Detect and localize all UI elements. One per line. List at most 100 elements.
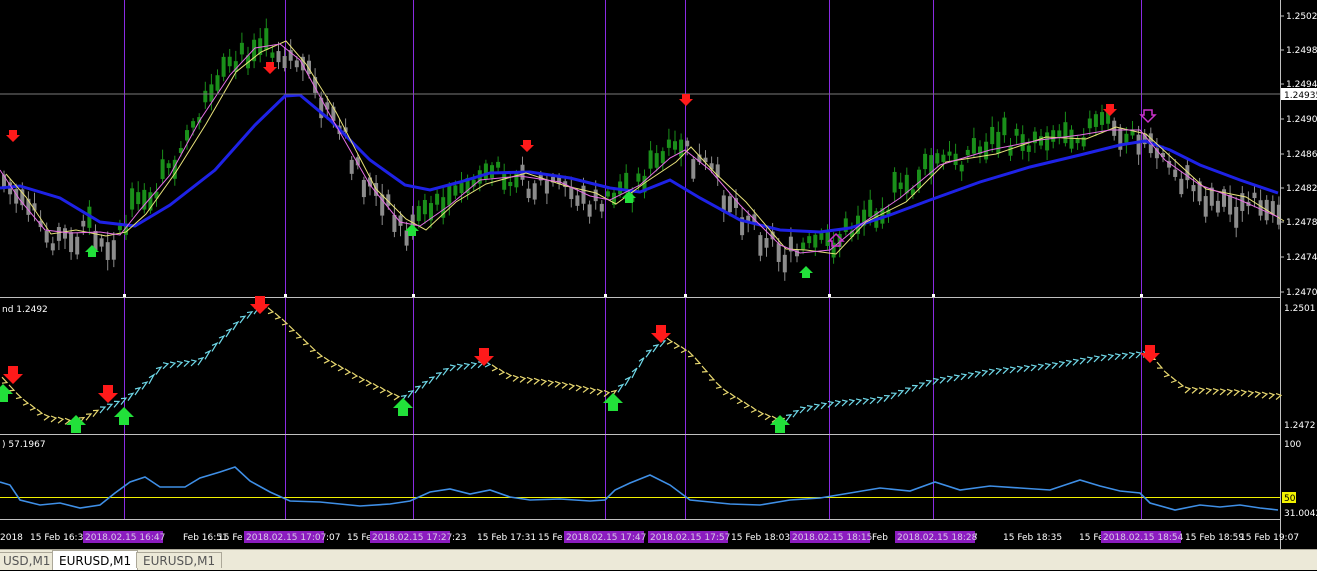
candle-body <box>69 232 74 253</box>
tab-usd-m1[interactable]: USD,M1 <box>0 552 58 568</box>
candle-body <box>825 231 830 246</box>
candle-body <box>349 159 354 174</box>
time-axis-label: Feb <box>872 533 888 543</box>
candle-body <box>727 196 732 213</box>
oscillator-level-label: 50 <box>1284 494 1296 504</box>
time-highlight-label: 2018.02.15 18:15 <box>792 533 872 543</box>
time-highlight-marker: 2018.02.15 17:47 <box>564 531 646 543</box>
candle-body <box>459 182 464 194</box>
price-tick-label: 1.24745 <box>1286 253 1317 263</box>
price-axis[interactable]: 1.250251.249851.249451.249051.248651.248… <box>1280 12 1317 298</box>
candle-body <box>56 227 61 241</box>
candle-body <box>422 199 427 215</box>
oscillator-axis-top: 100 <box>1284 440 1301 450</box>
candle-body <box>136 192 141 205</box>
candle-body <box>605 191 610 197</box>
candle-body <box>294 60 299 68</box>
time-axis-label: :23 <box>452 533 466 543</box>
candle-body <box>191 121 196 128</box>
candle-body <box>935 153 940 164</box>
candle-body <box>996 131 1001 154</box>
time-highlight-label: 2018.02.15 17:47 <box>566 533 646 543</box>
price-tick-label: 1.24705 <box>1286 288 1317 298</box>
separator-dot <box>1140 294 1143 297</box>
candle-body <box>709 163 714 170</box>
time-highlight-marker: 2018.02.15 16:47 <box>83 531 165 543</box>
candle-body <box>776 243 781 262</box>
candle-body <box>75 236 80 255</box>
tab-eurusd-m1[interactable]: EURUSD,M1 <box>136 552 223 568</box>
time-axis-label: 15 Fe <box>538 533 563 543</box>
candle-body <box>666 139 671 148</box>
candle-body <box>50 243 55 251</box>
tab-eurusd-m1-active[interactable]: EURUSD,M1 <box>52 550 139 570</box>
candle-body <box>435 193 440 205</box>
candle-body <box>1173 169 1178 177</box>
time-highlight-marker: 2018.02.15 17:57 <box>648 531 730 543</box>
time-axis-label: 2018 <box>0 533 23 543</box>
candle-body <box>1203 196 1208 217</box>
candle-body <box>361 179 366 198</box>
candle-body <box>1057 130 1062 138</box>
candle-body <box>868 199 873 217</box>
time-axis-label: 15 Feb 18:03 <box>731 533 790 543</box>
price-tick-label: 1.24905 <box>1286 115 1317 125</box>
candle-body <box>496 161 501 168</box>
candle-body <box>892 171 897 193</box>
candle-body <box>508 181 513 187</box>
candle-body <box>1234 206 1239 228</box>
candle-body <box>898 182 903 189</box>
candle-body <box>166 163 171 168</box>
time-highlight-marker: 2018.02.15 17:07 <box>244 531 326 543</box>
candle-body <box>654 153 659 168</box>
price-tick-label: 1.24785 <box>1286 218 1317 228</box>
candle-body <box>819 232 824 240</box>
candle-body <box>1124 133 1129 143</box>
candle-body <box>209 84 214 102</box>
price-tick-label: 1.25025 <box>1286 12 1317 22</box>
candle-body <box>673 141 677 150</box>
time-highlight-marker: 2018.02.15 18:54 <box>1101 531 1184 543</box>
candle-body <box>581 185 586 204</box>
candle-body <box>1002 117 1007 136</box>
candle-body <box>1100 112 1104 125</box>
candle-body <box>239 42 244 55</box>
candle-body <box>185 130 189 141</box>
time-highlight-label: 2018.02.15 16:47 <box>85 533 165 543</box>
candle-body <box>1051 130 1056 142</box>
time-axis-label: 15 Feb 19:07 <box>1240 533 1299 543</box>
time-axis-label: 15 Fe <box>218 533 243 543</box>
separator-dot <box>932 294 935 297</box>
candle-body <box>691 159 696 179</box>
candle-body <box>941 154 946 162</box>
oscillator-axis-bottom: 31.0042 <box>1284 509 1317 519</box>
candle-body <box>904 174 909 194</box>
candle-body <box>81 220 86 227</box>
separator-dot <box>123 294 126 297</box>
candle-body <box>1258 200 1263 216</box>
time-highlight-marker: 2018.02.15 18:15 <box>790 531 872 543</box>
time-axis[interactable]: 2018 15 Feb 16:35 Feb 16:5115 Fe:07 15 Fe:2… <box>0 531 1299 543</box>
chart-tab-bar: USD,M1 EURUSD,M1 EURUSD,M1 <box>0 549 1317 570</box>
time-highlight-label: 2018.02.15 17:27 <box>372 533 452 543</box>
candle-body <box>587 204 592 217</box>
candle-body <box>160 159 165 179</box>
time-highlight-label: 2018.02.15 18:28 <box>897 533 978 543</box>
candle-body <box>227 56 232 67</box>
candle-body <box>203 90 208 103</box>
candle-body <box>1063 122 1068 144</box>
candle-body <box>215 75 220 91</box>
candle-body <box>270 52 275 58</box>
candle-body <box>1020 134 1025 151</box>
candle-body <box>416 206 421 222</box>
time-axis-label: :07 <box>326 533 340 543</box>
price-tick-label: 1.24825 <box>1286 184 1317 194</box>
separator-dot <box>604 294 607 297</box>
candle-body <box>624 172 629 192</box>
trend-panel-label: nd 1.2492 <box>2 305 48 315</box>
candle-body <box>648 150 653 169</box>
time-axis-label: 15 Feb 16:35 <box>30 533 89 543</box>
candle-body <box>447 185 452 206</box>
candle-body <box>1093 114 1098 127</box>
candle-body <box>111 240 116 260</box>
